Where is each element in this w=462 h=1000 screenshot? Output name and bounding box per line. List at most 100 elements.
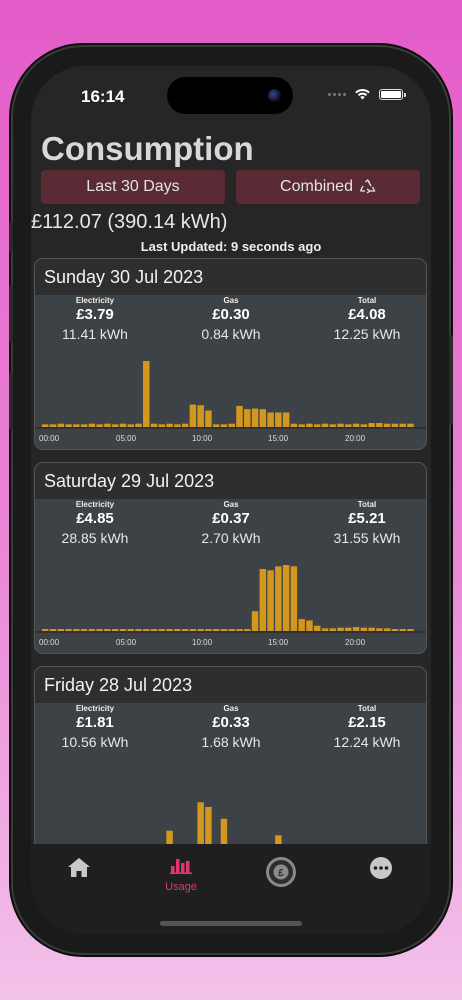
chart-bar <box>143 361 150 427</box>
total-kwh: 31.55 kWh <box>333 530 401 546</box>
chart-bar <box>236 405 243 427</box>
chart-bar <box>57 629 65 631</box>
total-label: Total <box>357 296 377 305</box>
chart-bar <box>158 629 166 631</box>
total-label: Total <box>357 704 377 713</box>
total-kwh: 12.25 kWh <box>333 326 401 342</box>
chart-bar <box>174 424 181 427</box>
tab-usage-label: Usage <box>165 881 197 893</box>
period-button[interactable]: Last 30 Days <box>41 170 225 204</box>
chart-bar <box>399 423 406 427</box>
total-metric: Total £5.21 31.55 kWh <box>307 499 426 546</box>
electricity-cost: £4.85 <box>76 510 114 527</box>
chart-bar <box>352 627 360 631</box>
chart-bar <box>329 628 336 631</box>
cellular-signal-icon <box>328 92 346 96</box>
gas-label: Gas <box>223 704 239 713</box>
chart-bar <box>290 566 298 631</box>
chart-tick-label: 15:00 <box>268 638 289 647</box>
chart-bar <box>205 410 212 427</box>
tab-home[interactable] <box>39 856 119 883</box>
chart-bar <box>306 620 313 631</box>
gas-cost: £0.37 <box>212 510 250 527</box>
electricity-label: Electricity <box>75 296 115 305</box>
chart-bar <box>228 629 235 631</box>
chart-bar <box>49 629 57 631</box>
chart-bar <box>383 628 391 631</box>
chart-bar <box>166 629 173 631</box>
total-consumption: £112.07 (390.14 kWh) <box>31 211 228 233</box>
chart-bar <box>244 629 251 631</box>
usage-chart: 00:00 05:00 10:00 15:00 20:00 <box>35 565 426 647</box>
bar-chart-icon <box>170 859 192 874</box>
chart-bar <box>321 423 329 427</box>
chart-bar <box>267 412 274 427</box>
chart-bar <box>376 628 383 631</box>
volume-down-button <box>9 372 13 430</box>
chart-bar <box>321 628 329 631</box>
chart-bar <box>65 424 72 427</box>
electricity-kwh: 10.56 kWh <box>61 734 129 750</box>
gas-label: Gas <box>223 296 239 305</box>
gas-kwh: 1.68 kWh <box>201 734 261 750</box>
electricity-metric: Electricity £1.81 10.56 kWh <box>35 703 155 750</box>
chart-tick-label: 00:00 <box>39 638 60 647</box>
chart-bar <box>127 629 134 631</box>
total-kwh: 12.24 kWh <box>333 734 401 750</box>
chart-bar <box>96 629 103 631</box>
day-card[interactable]: Saturday 29 Jul 2023 Electricity £4.85 28.8… <box>34 462 427 654</box>
usage-chart: 00:00 05:00 10:00 15:00 20:00 <box>35 361 426 443</box>
chart-bar <box>329 424 336 427</box>
dynamic-island <box>167 77 293 114</box>
day-metrics: Electricity £3.79 11.41 kWh Gas £0.30 0.84 kW… <box>35 295 426 353</box>
status-time: 16:14 <box>81 87 125 106</box>
chart-bar <box>407 423 414 427</box>
chart-bar <box>73 424 80 427</box>
chart-bar <box>111 629 119 631</box>
day-metrics: Electricity £4.85 28.85 kWh Gas £0.37 2.70 kW… <box>35 499 426 557</box>
chart-tick-label: 20:00 <box>345 434 366 443</box>
chart-bar <box>49 424 57 427</box>
chart-bar <box>135 629 142 631</box>
total-label: Total <box>357 500 377 509</box>
chart-tick-label: 10:00 <box>192 638 213 647</box>
tab-more[interactable] <box>341 856 421 885</box>
chart-bar <box>275 412 282 427</box>
chart-bar <box>119 423 127 427</box>
chart-bar <box>104 423 111 427</box>
pound-coin-icon: £ <box>266 857 296 887</box>
volume-up-button <box>9 285 13 343</box>
chart-bar <box>267 570 274 631</box>
chart-bar <box>104 629 111 631</box>
period-button-label: Last 30 Days <box>86 178 180 195</box>
chart-bar <box>383 423 391 427</box>
chart-bar <box>220 424 228 427</box>
chart-bar <box>391 423 399 427</box>
chart-bar <box>135 423 142 427</box>
tab-account[interactable]: £ <box>241 856 321 893</box>
mode-button-label: Combined <box>280 178 353 195</box>
last-updated: Last Updated: 9 seconds ago <box>140 239 322 254</box>
day-card[interactable]: Friday 28 Jul 2023 Electricity £1.81 10.56 … <box>34 666 427 866</box>
day-card[interactable]: Sunday 30 Jul 2023 Electricity £3.79 11.41 … <box>34 258 427 450</box>
mode-button[interactable]: Combined <box>236 170 420 204</box>
day-metrics: Electricity £1.81 10.56 kWh Gas £0.33 1.68 kW… <box>35 703 426 761</box>
chart-bar <box>212 424 220 427</box>
chart-bar <box>42 629 49 631</box>
mute-switch <box>9 222 13 252</box>
chart-tick-label: 00:00 <box>39 434 60 443</box>
chart-tick-label: 20:00 <box>345 638 366 647</box>
chart-bar <box>259 568 267 631</box>
chart-bar <box>150 423 158 427</box>
day-card-date: Friday 28 Jul 2023 <box>35 667 426 703</box>
more-icon <box>370 857 392 879</box>
chart-bar <box>275 566 282 631</box>
chart-bar <box>166 423 173 427</box>
chart-bar <box>205 629 212 631</box>
chart-bar <box>407 629 414 631</box>
chart-bar <box>80 424 88 427</box>
chart-bar <box>65 629 72 631</box>
tab-usage[interactable]: Usage <box>141 856 221 893</box>
chart-bar <box>228 423 235 427</box>
chart-bar <box>96 424 103 427</box>
